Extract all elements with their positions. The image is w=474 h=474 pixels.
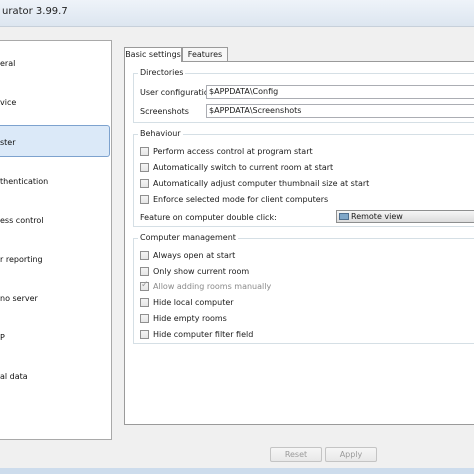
sidebar-item-label: vice [0,98,17,107]
option-label: Hide local computer [153,298,234,307]
computer-management-group: Computer management Always open at start… [133,233,474,344]
taskbar-edge [0,468,474,474]
option-label: Perform access control at program start [153,147,313,156]
checkbox[interactable] [140,251,149,260]
sidebar-item-authentication[interactable]: thentication [0,165,110,197]
dropdown-value: Remote view [351,212,403,221]
checkbox[interactable] [140,314,149,323]
group-title: Behaviour [138,129,183,138]
window-title: urator 3.99.7 [2,6,68,17]
sidebar-item-master[interactable]: ster [0,125,110,157]
sidebar: eral vice ster thentication ess control … [0,40,112,440]
directories-group: Directories User configuration $APPDATA\… [133,68,474,123]
checkbox[interactable] [140,147,149,156]
reset-button[interactable]: Reset [270,447,322,462]
checkbox[interactable] [140,330,149,339]
settings-panel: Directories User configuration $APPDATA\… [124,61,474,425]
option-label: Only show current room [153,267,250,276]
sidebar-item-error-reporting[interactable]: r reporting [0,243,110,275]
user-configuration-input[interactable]: $APPDATA\Config [206,85,474,99]
option-label: Always open at start [153,251,236,260]
sidebar-item-access-control[interactable]: ess control [0,204,110,236]
behaviour-group: Behaviour Perform access control at prog… [133,129,474,227]
checkbox[interactable] [140,163,149,172]
option-label: Hide computer filter field [153,330,254,339]
sidebar-item-label: P [0,333,5,342]
sidebar-item-label: no server [0,294,38,303]
sidebar-item-service[interactable]: vice [0,86,110,118]
checkbox[interactable] [140,195,149,204]
sidebar-item-label: ess control [0,216,44,225]
checkbox [140,280,149,291]
sidebar-item-general[interactable]: eral [0,47,110,79]
sidebar-item-demo-server[interactable]: no server [0,282,110,314]
sidebar-item-label: r reporting [0,255,43,264]
tab-features[interactable]: Features [182,47,228,61]
apply-button[interactable]: Apply [325,447,377,462]
screenshots-label: Screenshots [140,107,189,116]
group-title: Computer management [138,233,238,242]
monitor-icon [339,213,349,220]
sidebar-item-internal-data[interactable]: al data [0,360,110,392]
option-label: Hide empty rooms [153,314,227,323]
sidebar-item-ldap[interactable]: P [0,321,110,353]
checkbox[interactable] [140,179,149,188]
sidebar-item-label: ster [0,138,16,147]
checkbox[interactable] [140,298,149,307]
user-configuration-label: User configuration [140,88,214,97]
option-label: Automatically adjust computer thumbnail … [153,179,370,188]
screenshots-input[interactable]: $APPDATA\Screenshots [206,104,474,118]
tab-basic-settings[interactable]: Basic settings [124,47,182,62]
checkbox[interactable] [140,267,149,276]
double-click-feature-select[interactable]: Remote view [336,210,474,223]
title-bar: urator 3.99.7 [0,0,474,27]
sidebar-item-label: al data [0,372,28,381]
double-click-feature-label: Feature on computer double click: [140,213,277,222]
option-label: Automatically switch to current room at … [153,163,334,172]
group-title: Directories [138,68,186,77]
option-label: Allow adding rooms manually [153,282,272,291]
sidebar-item-label: eral [0,59,16,68]
option-label: Enforce selected mode for client compute… [153,195,329,204]
sidebar-item-label: thentication [0,177,49,186]
